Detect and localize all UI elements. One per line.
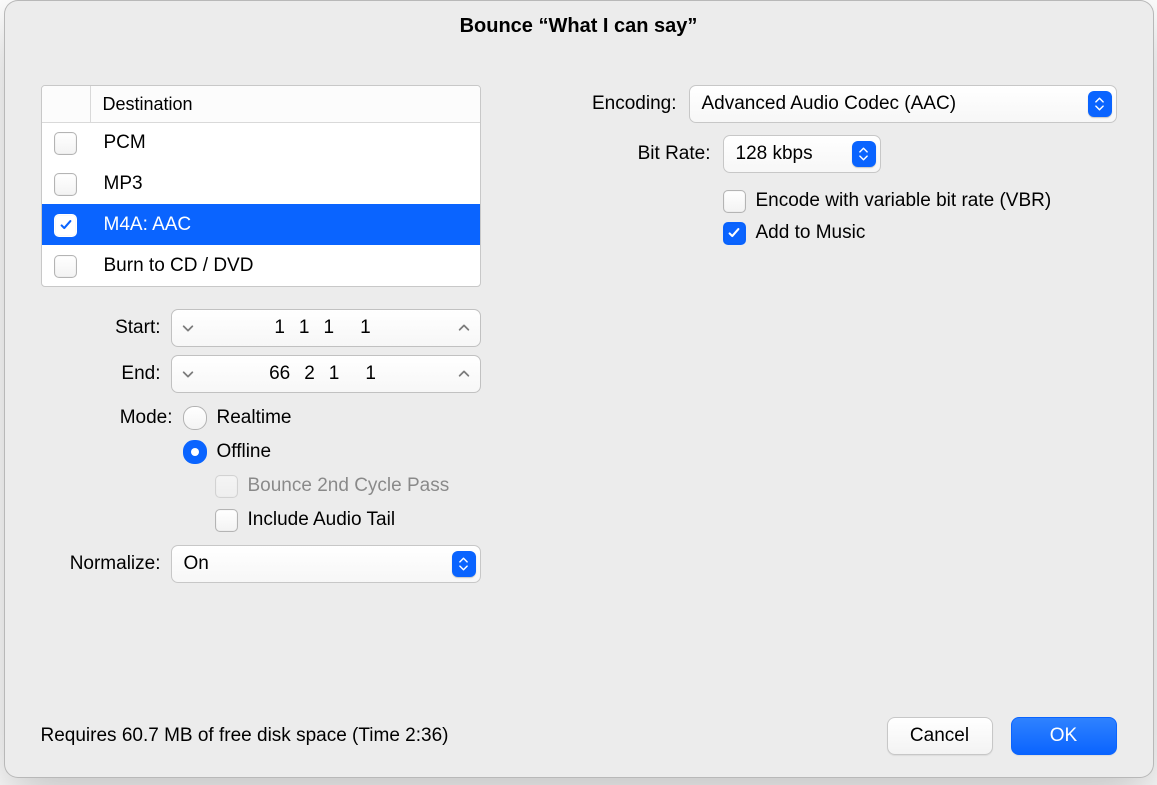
chevron-up-icon[interactable] — [456, 320, 472, 336]
add-to-music-checkbox[interactable] — [723, 222, 746, 245]
chevron-down-icon[interactable] — [180, 320, 196, 336]
destination-row-burn-cd[interactable]: Burn to CD / DVD — [42, 245, 480, 286]
destination-checkbox-m4a-aac[interactable] — [54, 214, 77, 237]
bitrate-row: Bit Rate: 128 kbps — [591, 135, 1117, 173]
bounce-2nd-cycle-label: Bounce 2nd Cycle Pass — [248, 475, 450, 497]
right-pane: Encoding: Advanced Audio Codec (AAC) Bit… — [591, 85, 1117, 249]
radio-icon[interactable] — [183, 440, 207, 464]
bounce-2nd-cycle-option: Bounce 2nd Cycle Pass — [183, 469, 481, 503]
ok-button[interactable]: OK — [1011, 717, 1117, 755]
normalize-value: On — [184, 553, 209, 575]
encoding-row: Encoding: Advanced Audio Codec (AAC) — [591, 85, 1117, 123]
include-audio-tail-label: Include Audio Tail — [248, 509, 396, 531]
destination-header-spacer — [42, 86, 91, 122]
mode-option-realtime[interactable]: Realtime — [183, 401, 481, 435]
destination-row-pcm[interactable]: PCM — [42, 123, 480, 163]
destination-checkbox-pcm[interactable] — [54, 132, 77, 155]
destination-row-m4a-aac[interactable]: M4A: AAC — [42, 204, 480, 245]
destination-label: MP3 — [90, 173, 480, 195]
updown-disclosure-icon — [452, 551, 476, 577]
include-audio-tail-checkbox[interactable] — [215, 509, 238, 532]
destination-header: Destination — [42, 86, 480, 123]
destination-label: M4A: AAC — [90, 214, 480, 236]
mode-option-offline[interactable]: Offline — [183, 435, 481, 469]
end-label: End: — [41, 363, 171, 385]
start-label: Start: — [41, 317, 171, 339]
dialog-content: Destination PCM MP3 — [41, 73, 1117, 697]
destination-row-mp3[interactable]: MP3 — [42, 163, 480, 204]
destination-checkbox-burn-cd[interactable] — [54, 255, 77, 278]
destination-label: PCM — [90, 132, 480, 154]
mode-label: Mode: — [41, 407, 183, 429]
normalize-label: Normalize: — [41, 553, 171, 575]
destination-checkbox-mp3[interactable] — [54, 173, 77, 196]
end-row: End: 66211 — [41, 355, 481, 393]
start-locator[interactable]: 1111 — [171, 309, 481, 347]
add-to-music-label: Add to Music — [756, 222, 866, 244]
destination-label: Burn to CD / DVD — [90, 255, 480, 277]
include-audio-tail-option[interactable]: Include Audio Tail — [183, 503, 481, 537]
left-pane: Destination PCM MP3 — [41, 85, 481, 591]
bounce-2nd-cycle-checkbox — [215, 475, 238, 498]
encoding-popup[interactable]: Advanced Audio Codec (AAC) — [689, 85, 1117, 123]
footer-buttons: Cancel OK — [887, 717, 1117, 755]
end-values[interactable]: 66211 — [269, 363, 382, 385]
updown-disclosure-icon — [1088, 91, 1112, 117]
vbr-option[interactable]: Encode with variable bit rate (VBR) — [723, 185, 1117, 217]
left-form: Start: 1111 — [41, 309, 481, 583]
chevron-up-icon[interactable] — [456, 366, 472, 382]
vbr-checkbox[interactable] — [723, 190, 746, 213]
window-title: Bounce “What I can say” — [5, 1, 1153, 48]
mode-option-label: Offline — [217, 441, 272, 463]
bitrate-popup[interactable]: 128 kbps — [723, 135, 881, 173]
normalize-row: Normalize: On — [41, 545, 481, 583]
encoding-label: Encoding: — [591, 93, 689, 115]
add-to-music-option[interactable]: Add to Music — [723, 217, 1117, 249]
disk-space-status: Requires 60.7 MB of free disk space (Tim… — [41, 725, 449, 747]
normalize-popup[interactable]: On — [171, 545, 481, 583]
cancel-button[interactable]: Cancel — [887, 717, 993, 755]
bitrate-value: 128 kbps — [736, 143, 813, 165]
chevron-down-icon[interactable] — [180, 366, 196, 382]
vbr-label: Encode with variable bit rate (VBR) — [756, 190, 1052, 212]
bounce-dialog: Bounce “What I can say” Destination PCM — [4, 0, 1154, 778]
bitrate-label: Bit Rate: — [591, 143, 723, 165]
mode-option-label: Realtime — [217, 407, 292, 429]
start-values[interactable]: 1111 — [274, 317, 376, 339]
radio-icon[interactable] — [183, 406, 207, 430]
encoding-value: Advanced Audio Codec (AAC) — [702, 93, 957, 115]
updown-disclosure-icon — [852, 141, 876, 167]
footer: Requires 60.7 MB of free disk space (Tim… — [41, 717, 1117, 755]
destination-header-label: Destination — [91, 94, 205, 115]
destination-table: Destination PCM MP3 — [41, 85, 481, 287]
end-locator[interactable]: 66211 — [171, 355, 481, 393]
start-row: Start: 1111 — [41, 309, 481, 347]
